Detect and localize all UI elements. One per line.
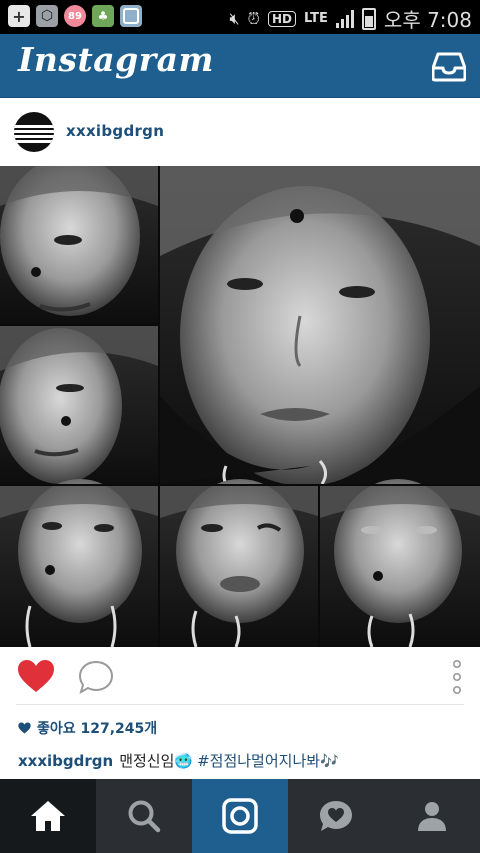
clock: 오후 7:08 (383, 8, 472, 32)
inbox-icon[interactable] (432, 50, 466, 82)
battery-icon (361, 7, 376, 30)
comment-icon[interactable] (78, 660, 114, 694)
nav-profile[interactable] (384, 779, 480, 853)
caption-hashtag[interactable]: #점점나멀어지나봐🎶 (197, 752, 339, 770)
alarm-icon: ⏰︎ (247, 8, 261, 28)
app-notification-icon: ⬡ (36, 5, 58, 27)
more-options-icon[interactable] (452, 659, 462, 695)
post-actions (0, 647, 480, 705)
search-icon (128, 800, 161, 833)
instagram-logo: Instagram (18, 40, 214, 79)
nav-search[interactable] (96, 779, 192, 853)
activity-icon (320, 801, 352, 831)
hd-voice-icon: HD (268, 10, 297, 27)
camera-icon (222, 798, 258, 834)
small-heart-icon (18, 722, 31, 734)
nav-activity[interactable] (288, 779, 384, 853)
profile-icon (418, 802, 446, 831)
photo-panel (0, 166, 158, 324)
notification-icons: + ⬡ 89 ♣ (8, 5, 142, 27)
caption-text: 맨정신임🥶 (119, 752, 194, 770)
mute-icon: 🔇︎ (229, 8, 240, 28)
post-header: xxxibgdrgn (0, 98, 480, 166)
caption-username[interactable]: xxxibgdrgn (18, 752, 113, 770)
photo-panel (160, 479, 318, 647)
photo-panel (0, 479, 158, 647)
home-icon (31, 801, 65, 831)
status-bar: + ⬡ 89 ♣ 🔇︎ ⏰︎ HD LTE 오후 7:08 (0, 0, 480, 34)
app-header: Instagram (0, 34, 480, 98)
likes-text: 좋아요 127,245개 (37, 721, 158, 737)
bottom-nav (0, 779, 480, 853)
photo-panel (320, 479, 480, 647)
photo-panel (160, 166, 480, 486)
cupcake-notification-icon: ♣ (92, 5, 114, 27)
nav-home[interactable] (0, 779, 96, 853)
signal-icon (335, 9, 354, 28)
badge-notification-icon: 89 (64, 5, 86, 27)
plus-notification-icon: + (8, 5, 30, 27)
system-icons: 🔇︎ ⏰︎ HD LTE 오후 7:08 (229, 4, 472, 33)
like-heart-icon[interactable] (17, 659, 55, 693)
post-username[interactable]: xxxibgdrgn (66, 122, 164, 140)
square-notification-icon (120, 5, 142, 27)
divider (16, 704, 464, 705)
likes-count[interactable]: 좋아요 127,245개 (18, 718, 157, 738)
avatar[interactable] (14, 112, 54, 152)
post-caption: xxxibgdrgn 맨정신임🥶 #점점나멀어지나봐🎶 (18, 750, 339, 771)
photo-collage (0, 166, 480, 647)
network-type-label: LTE (304, 11, 328, 26)
post-photo[interactable] (0, 166, 480, 647)
photo-panel (0, 326, 158, 484)
nav-camera[interactable] (192, 779, 288, 853)
